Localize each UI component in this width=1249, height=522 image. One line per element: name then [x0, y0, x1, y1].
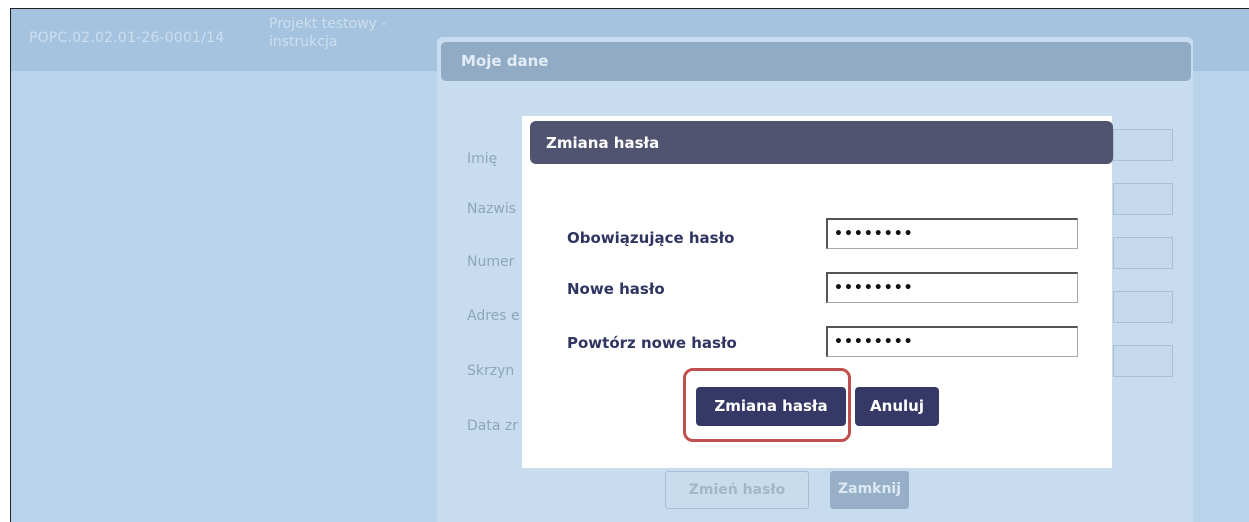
- change-password-dialog: Zmiana hasła Obowiązujące hasło Nowe has…: [522, 116, 1113, 468]
- panel-header: Moje dane: [441, 42, 1191, 81]
- field-label-number: Numer: [467, 254, 515, 270]
- field-input-address[interactable]: [1113, 291, 1173, 323]
- project-name: Projekt testowy - instrukcja: [269, 16, 387, 50]
- project-code: POPC.02.02.01-26-0001/14: [29, 30, 225, 46]
- new-password-input[interactable]: [826, 272, 1078, 303]
- field-input-first-name[interactable]: [1113, 129, 1173, 161]
- current-password-input[interactable]: [826, 218, 1078, 249]
- field-label-address: Adres e: [467, 308, 520, 324]
- close-button[interactable]: Zamknij: [830, 471, 909, 509]
- panel-title: Moje dane: [461, 52, 549, 70]
- field-label-date: Data zr: [467, 418, 518, 434]
- field-label-first-name: Imię: [467, 151, 498, 167]
- field-input-mailbox[interactable]: [1113, 345, 1173, 377]
- repeat-password-input[interactable]: [826, 326, 1078, 357]
- app-frame: POPC.02.02.01-26-0001/14 Projekt testowy…: [10, 8, 1249, 522]
- cancel-button[interactable]: Anuluj: [855, 387, 939, 426]
- field-label-mailbox: Skrzyn: [467, 363, 515, 379]
- field-input-last-name[interactable]: [1113, 183, 1173, 215]
- change-password-button[interactable]: Zmień hasło: [665, 471, 809, 509]
- current-password-label: Obowiązujące hasło: [567, 229, 735, 247]
- field-label-last-name: Nazwis: [467, 201, 517, 217]
- dialog-title: Zmiana hasła: [546, 134, 660, 152]
- submit-password-change-button[interactable]: Zmiana hasła: [696, 387, 846, 426]
- repeat-password-label: Powtórz nowe hasło: [567, 334, 737, 352]
- new-password-label: Nowe hasło: [567, 280, 665, 298]
- field-input-number[interactable]: [1113, 237, 1173, 269]
- dialog-header: Zmiana hasła: [530, 121, 1113, 164]
